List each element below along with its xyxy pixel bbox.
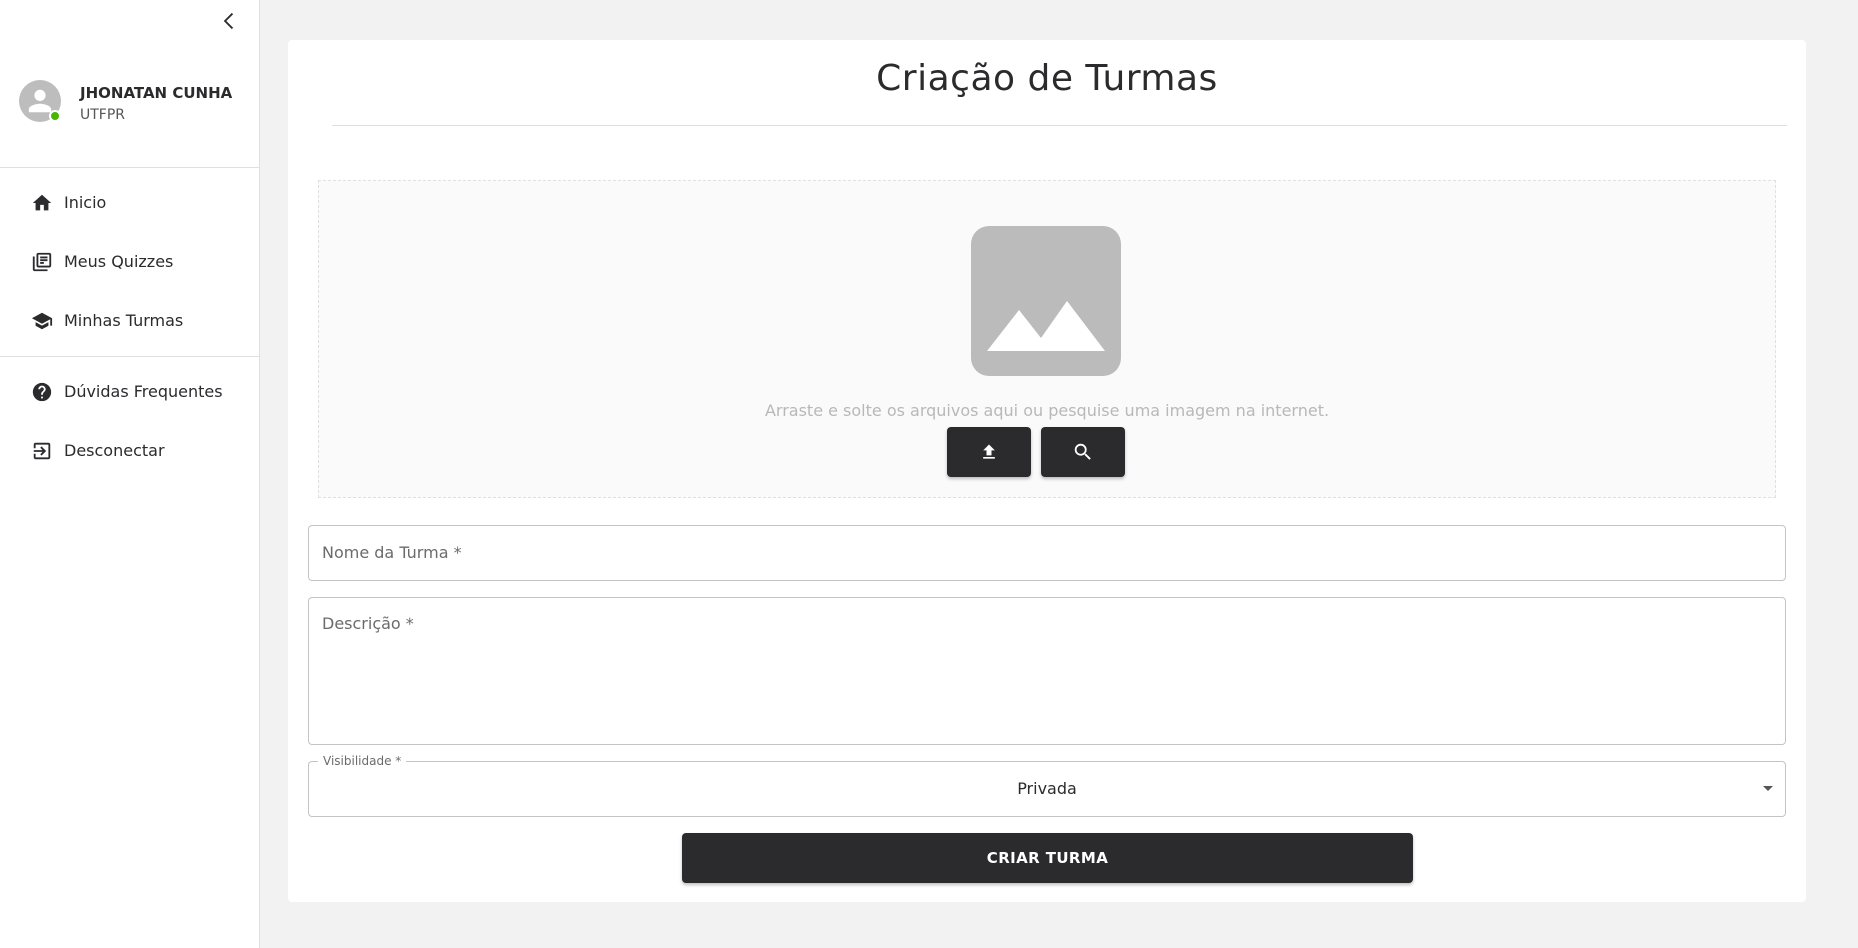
dropdown-arrow-icon bbox=[1763, 786, 1773, 791]
home-icon bbox=[30, 191, 54, 215]
library-books-icon bbox=[30, 250, 54, 274]
help-circle-icon bbox=[30, 380, 54, 404]
visibility-label: Visibilidade * bbox=[318, 754, 407, 768]
visibility-select[interactable]: Visibilidade * Privada bbox=[308, 754, 1786, 817]
collapse-sidebar-button[interactable] bbox=[215, 6, 245, 36]
secondary-navigation: Dúvidas Frequentes Desconectar bbox=[0, 362, 259, 480]
class-name-label: Nome da Turma * bbox=[322, 543, 462, 562]
avatar[interactable] bbox=[19, 80, 61, 122]
description-field[interactable]: Descrição * bbox=[308, 597, 1786, 745]
user-name: JHONATAN CUNHA bbox=[80, 84, 233, 102]
main-navigation: Inicio Meus Quizzes Minhas Turmas bbox=[0, 173, 259, 350]
nav-item-label: Minhas Turmas bbox=[64, 311, 184, 330]
image-icon bbox=[971, 226, 1121, 376]
chevron-left-icon bbox=[223, 12, 234, 30]
upload-button[interactable] bbox=[947, 427, 1031, 477]
nav-item-minhas-turmas[interactable]: Minhas Turmas bbox=[0, 291, 259, 350]
nav-item-label: Inicio bbox=[64, 193, 107, 212]
online-status-badge bbox=[49, 110, 61, 122]
school-icon bbox=[30, 309, 54, 333]
page-title: Criação de Turmas bbox=[876, 58, 1218, 99]
dropzone-instructions: Arraste e solte os arquivos aqui ou pesq… bbox=[764, 401, 1330, 420]
upload-icon bbox=[983, 444, 995, 459]
class-name-field[interactable]: Nome da Turma * bbox=[308, 525, 1786, 581]
sidebar: JHONATAN CUNHA UTFPR Inicio Meus Quizzes… bbox=[0, 0, 260, 948]
nav-item-duvidas-frequentes[interactable]: Dúvidas Frequentes bbox=[0, 362, 259, 421]
user-organization: UTFPR bbox=[80, 107, 126, 123]
nav-item-inicio[interactable]: Inicio bbox=[0, 173, 259, 232]
nav-divider bbox=[0, 356, 259, 357]
visibility-value: Privada bbox=[1017, 779, 1077, 798]
create-class-button[interactable]: CRIAR TURMA bbox=[682, 833, 1413, 883]
search-icon bbox=[1074, 443, 1091, 460]
create-class-card: Criação de Turmas Arraste e solte os arq… bbox=[288, 40, 1806, 902]
search-image-button[interactable] bbox=[1041, 427, 1125, 477]
title-divider bbox=[332, 125, 1787, 126]
nav-item-label: Desconectar bbox=[64, 441, 165, 460]
description-label: Descrição * bbox=[322, 614, 414, 633]
nav-item-label: Meus Quizzes bbox=[64, 252, 174, 271]
nav-item-meus-quizzes[interactable]: Meus Quizzes bbox=[0, 232, 259, 291]
user-profile: JHONATAN CUNHA UTFPR bbox=[0, 48, 259, 168]
nav-item-desconectar[interactable]: Desconectar bbox=[0, 421, 259, 480]
nav-item-label: Dúvidas Frequentes bbox=[64, 382, 223, 401]
logout-icon bbox=[30, 439, 54, 463]
image-dropzone[interactable]: Arraste e solte os arquivos aqui ou pesq… bbox=[318, 180, 1776, 498]
